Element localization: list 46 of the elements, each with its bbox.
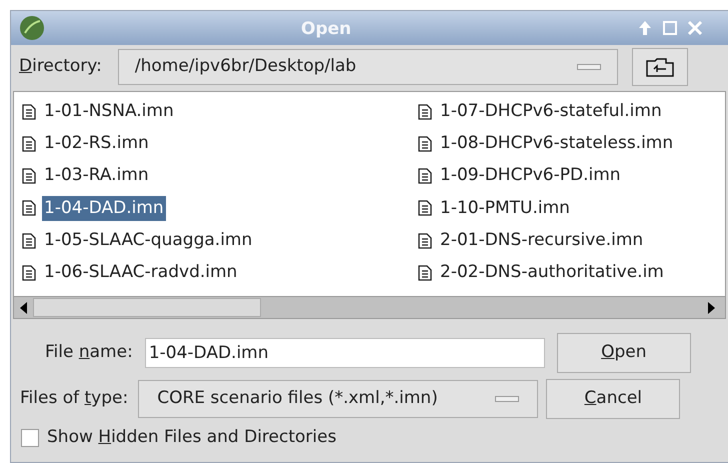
file-item[interactable]: 1-01-NSNA.imn [42,98,176,124]
file-type-label: Files of type: [20,387,128,410]
file-item[interactable]: 1-03-RA.imn [42,163,151,189]
file-item[interactable]: 1-04-DAD.imn [42,196,166,222]
document-icon [22,136,36,152]
arrow-up-icon[interactable] [637,19,653,37]
document-icon [22,265,36,282]
dropdown-indicator-icon [495,396,520,402]
file-type-dropdown[interactable]: CORE scenario files (*.xml,*.imn) [138,380,538,418]
parent-directory-button[interactable] [632,48,688,86]
file-name-label: File name: [45,341,133,364]
file-item[interactable]: 1-05-SLAAC-quagga.imn [42,228,254,254]
directory-dropdown[interactable]: /home/ipv6br/Desktop/lab [118,49,618,85]
folder-up-icon [646,57,674,77]
file-item[interactable]: 1-07-DHCPv6-stateful.imn [438,98,664,124]
document-icon [418,104,432,120]
cancel-button[interactable]: Cancel [546,379,680,419]
dropdown-indicator-icon [576,64,601,70]
show-hidden-checkbox[interactable] [21,428,39,447]
scroll-right-icon[interactable] [708,302,715,314]
file-item[interactable]: 1-02-RS.imn [42,131,151,157]
document-icon [418,200,432,216]
file-item[interactable]: 1-08-DHCPv6-stateless.imn [438,131,676,157]
document-icon [22,200,36,216]
open-button[interactable]: Open [556,333,691,373]
document-icon [418,265,432,282]
document-icon [418,136,432,152]
horizontal-scrollbar[interactable] [14,296,725,318]
file-item[interactable]: 2-02-DNS-authoritative.im [438,260,666,286]
document-icon [22,232,36,249]
scrollbar-thumb[interactable] [33,298,261,317]
window-title: Open [301,18,352,41]
file-item[interactable]: 1-09-DHCPv6-PD.imn [438,163,623,189]
file-item[interactable]: 1-10-PMTU.imn [438,196,572,222]
document-icon [22,168,36,184]
file-item[interactable]: 1-06-SLAAC-radvd.imn [42,260,240,286]
app-icon [19,15,45,41]
document-icon [418,168,432,184]
file-name-field[interactable]: 1-04-DAD.imn [144,338,545,368]
close-icon[interactable] [687,19,703,37]
file-item[interactable]: 2-01-DNS-recursive.imn [438,228,646,254]
show-hidden-label: Show Hidden Files and Directories [47,426,336,449]
directory-label: Directory: [19,55,102,78]
document-icon [22,104,36,120]
document-icon [418,232,432,249]
maximize-icon[interactable] [662,19,678,37]
